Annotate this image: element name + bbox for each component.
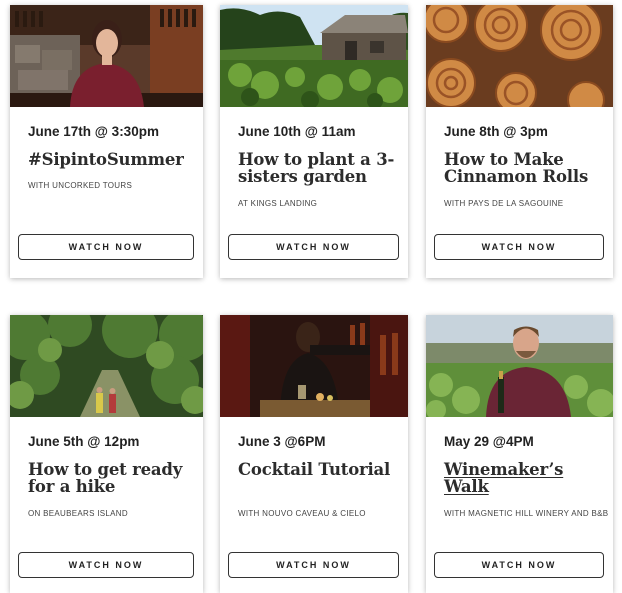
event-title-link[interactable]: Winemaker’s Walk [444, 461, 609, 495]
watch-now-button[interactable]: WATCH NOW [228, 234, 399, 260]
event-title[interactable]: How to plant a 3-sisters garden [238, 151, 403, 185]
watch-now-button[interactable]: WATCH NOW [18, 552, 194, 578]
forest-trail-hikers-photo[interactable] [10, 315, 203, 417]
event-title[interactable]: #SipintoSummer [28, 151, 193, 168]
event-date: May 29 @4PM [444, 434, 534, 449]
event-card-cinnamon-rolls: June 8th @ 3pm How to Make Cinnamon Roll… [426, 5, 613, 278]
event-card-cocktail-tutorial: June 3 @6PM Cocktail Tutorial WITH NOUVO… [220, 315, 408, 593]
woman-in-wine-bar-photo[interactable] [10, 5, 203, 107]
event-host: WITH UNCORKED TOURS [28, 181, 133, 190]
event-card-sipintosummer: June 17th @ 3:30pm #SipintoSummer WITH U… [10, 5, 203, 278]
cinnamon-rolls-photo[interactable] [426, 5, 613, 107]
event-date: June 8th @ 3pm [444, 124, 548, 139]
event-date: June 5th @ 12pm [28, 434, 140, 449]
event-host: AT KINGS LANDING [238, 199, 318, 208]
event-date: June 10th @ 11am [238, 124, 356, 139]
event-date: June 3 @6PM [238, 434, 326, 449]
watch-now-button[interactable]: WATCH NOW [228, 552, 399, 578]
event-card-winemakers-walk: May 29 @4PM Winemaker’s Walk WITH MAGNET… [426, 315, 613, 593]
watch-now-button[interactable]: WATCH NOW [434, 552, 604, 578]
bartender-cocktail-photo[interactable] [220, 315, 408, 417]
event-host: WITH NOUVO CAVEAU & CIELO [238, 509, 366, 518]
event-host: WITH MAGNETIC HILL WINERY AND B&B [444, 509, 609, 518]
event-title[interactable]: Cocktail Tutorial [238, 461, 403, 478]
event-date: June 17th @ 3:30pm [28, 124, 159, 139]
winemaker-vineyard-photo[interactable] [426, 315, 613, 417]
event-title[interactable]: How to Make Cinnamon Rolls [444, 151, 609, 185]
event-title[interactable]: How to get ready for a hike [28, 461, 193, 495]
event-host: ON BEAUBEARS ISLAND [28, 509, 128, 518]
watch-now-button[interactable]: WATCH NOW [434, 234, 604, 260]
watch-now-button[interactable]: WATCH NOW [18, 234, 194, 260]
event-card-hike: June 5th @ 12pm How to get ready for a h… [10, 315, 203, 593]
barn-and-garden-photo[interactable] [220, 5, 408, 107]
event-host: WITH PAYS DE LA SAGOUINE [444, 199, 564, 208]
event-card-3-sisters-garden: June 10th @ 11am How to plant a 3-sister… [220, 5, 408, 278]
